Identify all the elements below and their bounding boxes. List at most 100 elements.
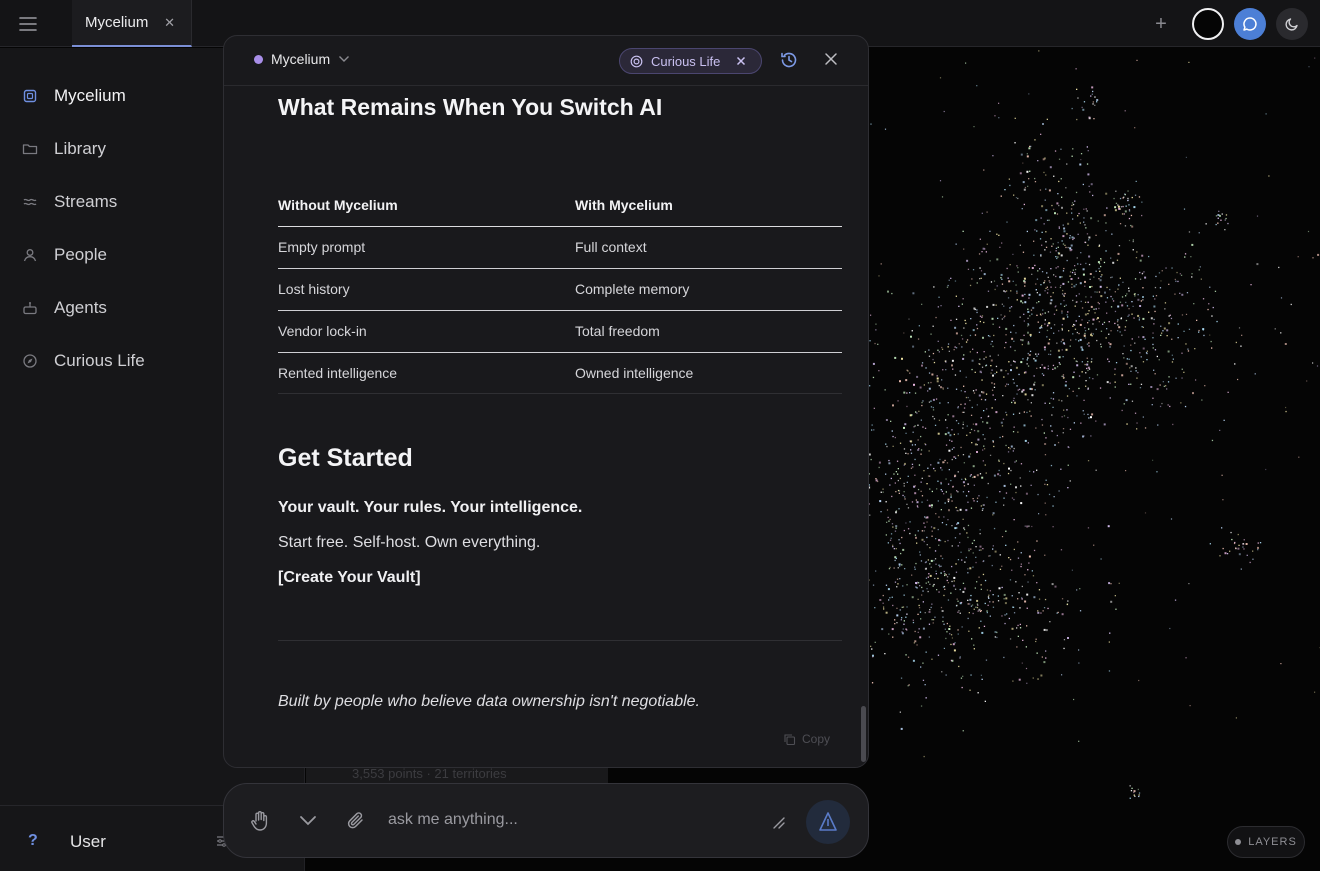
map-point [1131, 787, 1133, 789]
map-point [1013, 498, 1015, 501]
map-point [970, 548, 972, 550]
map-point [1152, 343, 1154, 346]
map-point [1066, 233, 1068, 235]
map-point [976, 282, 978, 284]
map-point [993, 445, 995, 448]
map-point [924, 526, 926, 528]
panel-close-button[interactable] [824, 52, 838, 66]
map-point [981, 212, 983, 214]
map-point [1052, 364, 1055, 367]
map-point [1084, 301, 1087, 303]
map-point [1035, 289, 1037, 291]
map-point [914, 458, 916, 461]
workspace-select[interactable]: Mycelium [254, 51, 350, 67]
map-point [941, 671, 943, 673]
map-point [928, 372, 931, 374]
map-point [948, 449, 951, 452]
map-point [947, 582, 949, 584]
sidebar-item-streams[interactable]: Streams [22, 187, 117, 217]
map-point [1109, 346, 1111, 348]
map-point [1250, 284, 1252, 286]
map-point [1100, 295, 1103, 298]
map-point [955, 506, 957, 509]
send-button[interactable] [806, 800, 850, 844]
map-point [946, 427, 948, 429]
map-point [963, 528, 966, 531]
sidebar-item-agents[interactable]: Agents [22, 293, 107, 323]
map-point [889, 539, 892, 541]
map-point [937, 654, 940, 656]
map-point [919, 611, 922, 613]
map-point [989, 615, 991, 617]
profile-circle-button[interactable] [1192, 8, 1224, 40]
map-point [1076, 118, 1078, 121]
sidebar-item-people[interactable]: People [22, 240, 107, 270]
map-point [1035, 283, 1037, 285]
layers-button[interactable]: LAYERS [1227, 826, 1305, 858]
map-point [1099, 387, 1102, 389]
map-point [918, 628, 920, 630]
history-button[interactable] [779, 50, 799, 70]
map-point [1317, 253, 1320, 256]
tab-close-icon[interactable]: ✕ [164, 15, 175, 31]
map-point [1023, 281, 1026, 284]
map-point [958, 343, 960, 345]
map-point [1050, 397, 1052, 399]
map-point [935, 563, 937, 565]
map-point [1019, 316, 1021, 318]
map-point [1242, 546, 1244, 548]
create-vault-link[interactable]: [Create Your Vault] [278, 569, 421, 587]
sidebar-item-curious-life[interactable]: Curious Life [22, 346, 145, 376]
map-point [1118, 326, 1121, 329]
map-point [976, 85, 978, 87]
map-point [1142, 287, 1144, 289]
map-point [1093, 308, 1095, 310]
ask-input[interactable] [388, 808, 748, 832]
map-point [1009, 184, 1011, 187]
map-point [1112, 261, 1115, 264]
new-tab-button[interactable]: + [1146, 9, 1176, 39]
map-point [980, 417, 982, 419]
scrollbar-thumb[interactable] [861, 706, 866, 762]
map-point [1054, 367, 1057, 370]
sidebar-item-library[interactable]: Library [22, 134, 106, 164]
map-point [1221, 527, 1223, 529]
map-point [1235, 341, 1237, 344]
map-point [978, 549, 981, 551]
map-point [870, 645, 872, 647]
hand-button[interactable] [250, 810, 270, 832]
map-point [879, 599, 882, 601]
map-point [941, 346, 943, 349]
map-point [1048, 219, 1050, 221]
expand-button[interactable] [299, 814, 317, 826]
map-point [1048, 338, 1051, 341]
help-icon[interactable]: ? [28, 832, 38, 850]
sidebar-item-mycelium[interactable]: Mycelium [22, 81, 126, 111]
attach-button[interactable] [346, 810, 366, 832]
map-point [1137, 298, 1140, 301]
map-point [997, 354, 999, 356]
chip-close-icon[interactable] [736, 56, 746, 66]
theme-toggle-button[interactable] [1276, 8, 1308, 40]
map-point [1067, 246, 1069, 249]
map-point [1174, 293, 1176, 295]
map-point [929, 547, 931, 549]
knowledge-graph-map[interactable] [868, 48, 1320, 871]
map-point [933, 559, 935, 562]
map-point [1071, 271, 1074, 274]
context-chip[interactable]: Curious Life [619, 48, 762, 74]
hamburger-menu-icon[interactable] [14, 12, 42, 36]
copy-button[interactable]: Copy [783, 732, 830, 746]
chat-button[interactable] [1234, 8, 1266, 40]
map-point [942, 387, 944, 389]
tab-mycelium[interactable]: Mycelium ✕ [72, 0, 192, 47]
map-point [1087, 387, 1089, 389]
map-point [1043, 374, 1045, 376]
map-point [1005, 341, 1007, 344]
chat-bubble-icon [1243, 17, 1257, 31]
map-point [917, 506, 919, 508]
map-point [1006, 383, 1008, 385]
resize-handle[interactable] [772, 816, 786, 830]
user-menu[interactable]: User [70, 832, 106, 852]
map-point [980, 588, 982, 590]
